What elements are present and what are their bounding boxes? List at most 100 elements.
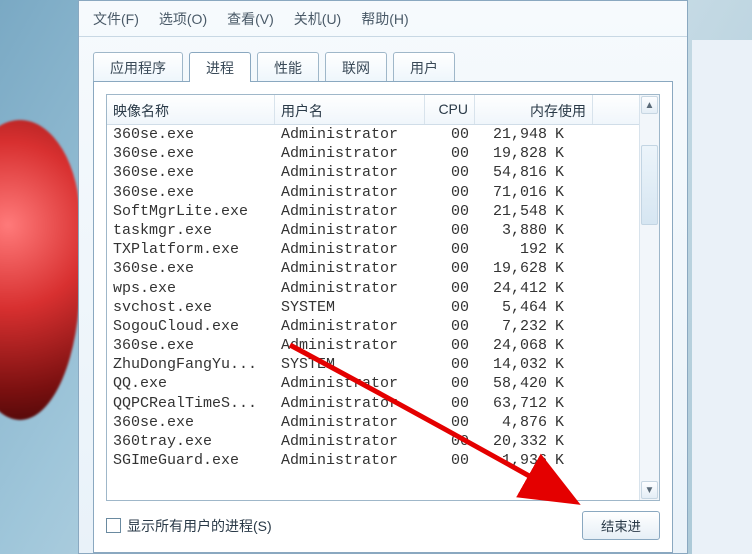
menu-help[interactable]: 帮助(H): [351, 3, 418, 35]
table-row[interactable]: 360se.exeAdministrator0071,016K: [107, 183, 639, 202]
cell-mem: 21,548: [475, 202, 553, 221]
cell-unit: K: [553, 125, 591, 144]
menu-options[interactable]: 选项(O): [149, 3, 217, 35]
checkbox-label: 显示所有用户的进程(S): [127, 516, 272, 536]
cell-unit: K: [553, 144, 591, 163]
cell-unit: K: [553, 374, 591, 393]
table-row[interactable]: 360se.exeAdministrator0019,628K: [107, 259, 639, 278]
scroll-down-button[interactable]: ▼: [641, 481, 658, 499]
end-process-button[interactable]: 结束进: [582, 511, 660, 540]
show-all-users-checkbox[interactable]: 显示所有用户的进程(S): [106, 516, 272, 536]
cell-unit: K: [553, 336, 591, 355]
table-row[interactable]: wps.exeAdministrator0024,412K: [107, 279, 639, 298]
cell-mem: 5,464: [475, 298, 553, 317]
col-header-name[interactable]: 映像名称: [107, 95, 275, 124]
tab-networking[interactable]: 联网: [325, 52, 387, 82]
cell-unit: K: [553, 451, 591, 470]
checkbox-box[interactable]: [106, 518, 121, 533]
cell-mem: 54,816: [475, 163, 553, 182]
menu-view[interactable]: 查看(V): [217, 3, 284, 35]
table-row[interactable]: 360se.exeAdministrator0019,828K: [107, 144, 639, 163]
cell-user: Administrator: [275, 279, 425, 298]
cell-mem: 58,420: [475, 374, 553, 393]
cell-cpu: 00: [425, 298, 475, 317]
cell-user: Administrator: [275, 144, 425, 163]
cell-name: wps.exe: [107, 279, 275, 298]
cell-unit: K: [553, 202, 591, 221]
cell-user: Administrator: [275, 317, 425, 336]
table-row[interactable]: QQPCRealTimeS...Administrator0063,712K: [107, 394, 639, 413]
table-row[interactable]: TXPlatform.exeAdministrator00192K: [107, 240, 639, 259]
cell-user: SYSTEM: [275, 298, 425, 317]
menu-file[interactable]: 文件(F): [83, 3, 149, 35]
table-row[interactable]: SGImeGuard.exeAdministrator001,936K: [107, 451, 639, 470]
vertical-scrollbar[interactable]: ▲ ▼: [639, 95, 659, 500]
cell-user: Administrator: [275, 240, 425, 259]
cell-cpu: 00: [425, 125, 475, 144]
cell-cpu: 00: [425, 279, 475, 298]
tab-users[interactable]: 用户: [393, 52, 455, 82]
cell-mem: 24,068: [475, 336, 553, 355]
cell-unit: K: [553, 163, 591, 182]
tab-content: 映像名称 用户名 CPU 内存使用 360se.exeAdministrator…: [93, 81, 673, 553]
cell-mem: 20,332: [475, 432, 553, 451]
cell-unit: K: [553, 183, 591, 202]
table-row[interactable]: svchost.exeSYSTEM005,464K: [107, 298, 639, 317]
cell-cpu: 00: [425, 163, 475, 182]
cell-user: Administrator: [275, 374, 425, 393]
cell-unit: K: [553, 279, 591, 298]
cell-cpu: 00: [425, 259, 475, 278]
table-row[interactable]: SoftMgrLite.exeAdministrator0021,548K: [107, 202, 639, 221]
cell-mem: 7,232: [475, 317, 553, 336]
cell-cpu: 00: [425, 144, 475, 163]
table-row[interactable]: 360se.exeAdministrator0054,816K: [107, 163, 639, 182]
cell-name: QQPCRealTimeS...: [107, 394, 275, 413]
table-row[interactable]: 360se.exeAdministrator0021,948K: [107, 125, 639, 144]
cell-cpu: 00: [425, 221, 475, 240]
cell-unit: K: [553, 432, 591, 451]
cell-unit: K: [553, 240, 591, 259]
column-headers: 映像名称 用户名 CPU 内存使用: [107, 95, 639, 125]
cell-name: 360se.exe: [107, 413, 275, 432]
cell-user: SYSTEM: [275, 355, 425, 374]
col-header-user[interactable]: 用户名: [275, 95, 425, 124]
cell-name: 360se.exe: [107, 144, 275, 163]
cell-unit: K: [553, 298, 591, 317]
table-row[interactable]: taskmgr.exeAdministrator003,880K: [107, 221, 639, 240]
scroll-thumb[interactable]: [641, 145, 658, 225]
cell-user: Administrator: [275, 221, 425, 240]
table-row[interactable]: ZhuDongFangYu...SYSTEM0014,032K: [107, 355, 639, 374]
col-header-mem[interactable]: 内存使用: [475, 95, 593, 124]
menu-shutdown[interactable]: 关机(U): [284, 3, 351, 35]
cell-cpu: 00: [425, 374, 475, 393]
cell-user: Administrator: [275, 125, 425, 144]
col-header-cpu[interactable]: CPU: [425, 95, 475, 124]
cell-user: Administrator: [275, 183, 425, 202]
cell-mem: 71,016: [475, 183, 553, 202]
cell-name: ZhuDongFangYu...: [107, 355, 275, 374]
tab-applications[interactable]: 应用程序: [93, 52, 183, 82]
tab-processes[interactable]: 进程: [189, 52, 251, 82]
table-row[interactable]: SogouCloud.exeAdministrator007,232K: [107, 317, 639, 336]
tab-performance[interactable]: 性能: [257, 52, 319, 82]
task-manager-window: 文件(F) 选项(O) 查看(V) 关机(U) 帮助(H) 应用程序 进程 性能…: [78, 0, 688, 554]
cell-cpu: 00: [425, 394, 475, 413]
cell-name: 360se.exe: [107, 125, 275, 144]
table-row[interactable]: 360se.exeAdministrator004,876K: [107, 413, 639, 432]
cell-name: 360se.exe: [107, 259, 275, 278]
cell-name: 360se.exe: [107, 163, 275, 182]
table-row[interactable]: 360tray.exeAdministrator0020,332K: [107, 432, 639, 451]
cell-mem: 63,712: [475, 394, 553, 413]
cell-cpu: 00: [425, 451, 475, 470]
cell-mem: 21,948: [475, 125, 553, 144]
table-row[interactable]: 360se.exeAdministrator0024,068K: [107, 336, 639, 355]
scroll-up-button[interactable]: ▲: [641, 96, 658, 114]
cell-user: Administrator: [275, 163, 425, 182]
cell-cpu: 00: [425, 336, 475, 355]
cell-unit: K: [553, 355, 591, 374]
cell-cpu: 00: [425, 355, 475, 374]
table-row[interactable]: QQ.exeAdministrator0058,420K: [107, 374, 639, 393]
cell-cpu: 00: [425, 413, 475, 432]
cell-unit: K: [553, 221, 591, 240]
cell-user: Administrator: [275, 336, 425, 355]
